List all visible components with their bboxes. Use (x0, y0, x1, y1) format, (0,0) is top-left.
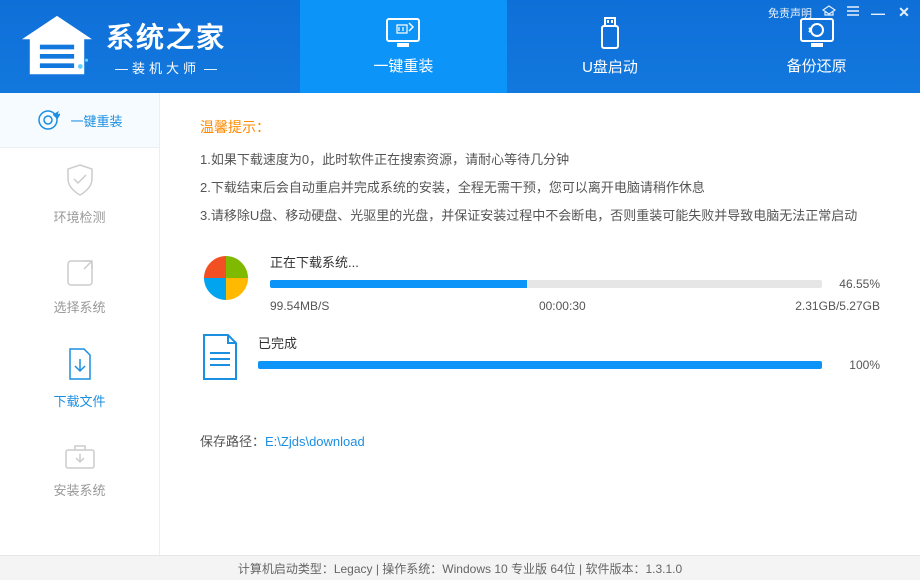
download-elapsed: 00:00:30 (539, 299, 586, 313)
tips-line: 1.如果下载速度为0，此时软件正在搜索资源，请耐心等待几分钟 (200, 151, 880, 169)
tab-label: 一键重装 (373, 55, 433, 76)
download-file-icon (64, 347, 96, 383)
sidebar-item-label: 下载文件 (53, 391, 105, 410)
menu-icon[interactable] (846, 5, 860, 20)
download-speed: 99.54MB/S (270, 299, 329, 313)
logo-area: 系统之家 装机大师 (0, 0, 300, 93)
document-icon (200, 333, 240, 381)
logo-subtitle: 装机大师 (106, 58, 226, 77)
download-size: 2.31GB/5.27GB (795, 299, 880, 313)
sidebar-item-label: 安装系统 (53, 480, 105, 499)
progress-fill (258, 361, 822, 369)
install-icon (63, 442, 97, 472)
usb-icon (595, 16, 625, 50)
tips-line: 2.下载结束后会自动重启并完成系统的安装，全程无需干预，您可以离开电脑请稍作休息 (200, 179, 880, 197)
content: 温馨提示： 1.如果下载速度为0，此时软件正在搜索资源，请耐心等待几分钟 2.下… (160, 93, 920, 555)
window-controls: 免责声明 — ✕ (768, 4, 912, 21)
tips-title: 温馨提示： (200, 117, 880, 137)
hat-icon[interactable] (822, 5, 836, 20)
save-path-value[interactable]: E:\Zjds\download (265, 434, 365, 449)
save-path: 保存路径：E:\Zjds\download (200, 431, 880, 450)
download-system-block: 正在下载系统... 46.55% 99.54MB/S 00:00:30 2.31… (200, 252, 880, 313)
select-icon (64, 257, 96, 289)
minimize-button[interactable]: — (870, 5, 886, 21)
target-icon (36, 108, 60, 132)
save-path-label: 保存路径： (200, 434, 265, 449)
tab-label: U盘启动 (582, 56, 638, 77)
sidebar-item-label: 一键重装 (70, 111, 122, 130)
progress-fill (270, 280, 527, 288)
sidebar-item-download[interactable]: 下载文件 (0, 332, 159, 424)
logo-icon (18, 12, 96, 82)
footer-text: 计算机启动类型：Legacy | 操作系统：Windows 10 专业版 64位… (238, 560, 682, 577)
footer-status: 计算机启动类型：Legacy | 操作系统：Windows 10 专业版 64位… (0, 555, 920, 580)
progress-bar-complete (258, 361, 822, 369)
tab-reinstall[interactable]: 一键重装 (300, 0, 507, 93)
sidebar-item-label: 选择系统 (53, 297, 105, 316)
progress-percent: 100% (830, 358, 880, 372)
sidebar-item-env-check[interactable]: 环境检测 (0, 148, 159, 240)
download-complete-block: 已完成 100% (200, 333, 880, 381)
tips-line: 3.请移除U盘、移动硬盘、光驱里的光盘，并保证安装过程中不会断电，否则重装可能失… (200, 207, 880, 225)
header: 系统之家 装机大师 一键重装 U盘启动 (0, 0, 920, 93)
sidebar-item-select-system[interactable]: 选择系统 (0, 240, 159, 332)
logo-title: 系统之家 (106, 16, 226, 56)
monitor-icon (383, 17, 423, 49)
sidebar: 一键重装 环境检测 选择系统 下载文件 (0, 93, 160, 555)
sidebar-item-reinstall[interactable]: 一键重装 (0, 93, 159, 148)
sidebar-item-label: 环境检测 (53, 207, 105, 226)
sidebar-item-install[interactable]: 安装系统 (0, 424, 159, 516)
backup-icon (797, 17, 837, 49)
shield-icon (64, 163, 96, 199)
disclaimer-link[interactable]: 免责声明 (768, 5, 812, 21)
close-button[interactable]: ✕ (896, 4, 912, 21)
download-title: 已完成 (258, 333, 880, 352)
tab-usb-boot[interactable]: U盘启动 (507, 0, 714, 93)
progress-bar-system (270, 280, 822, 288)
body: 一键重装 环境检测 选择系统 下载文件 (0, 93, 920, 555)
progress-percent: 46.55% (830, 277, 880, 291)
download-title: 正在下载系统... (270, 252, 880, 271)
tab-label: 备份还原 (787, 55, 847, 76)
windows-logo-icon (200, 252, 252, 304)
